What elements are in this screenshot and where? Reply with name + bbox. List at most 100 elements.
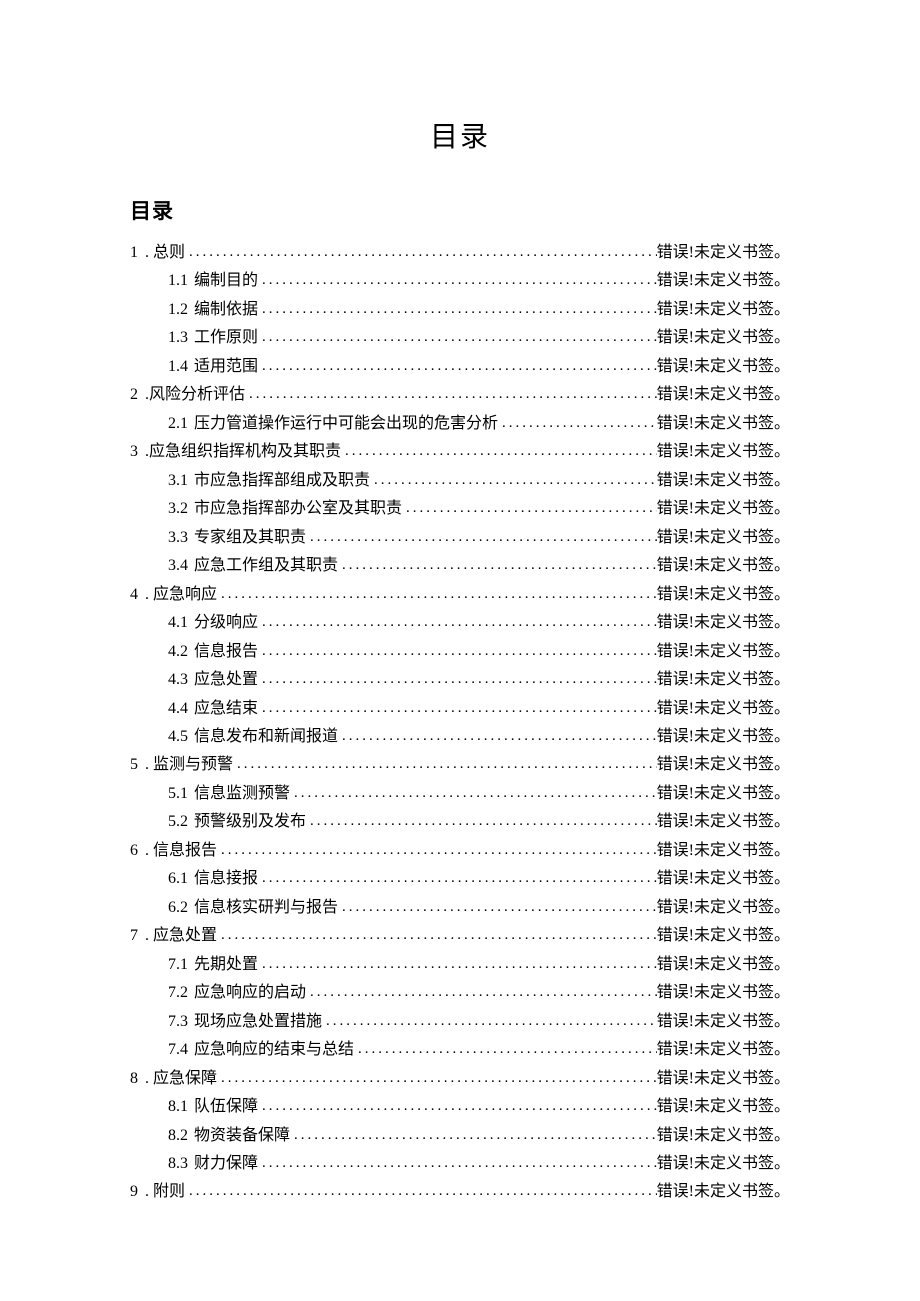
toc-entry: 8. 应急保障错误!未定义书签。 bbox=[130, 1065, 790, 1093]
toc-entry-label: 应急工作组及其职责 bbox=[194, 552, 338, 580]
toc-entry-pageref: 错误!未定义书签。 bbox=[657, 808, 790, 836]
toc-entry-pageref: 错误!未定义书签。 bbox=[657, 267, 790, 295]
toc-dot-leader bbox=[258, 353, 657, 380]
toc-entry-pageref: 错误!未定义书签。 bbox=[657, 1178, 790, 1206]
toc-entry-number: 4.3 bbox=[168, 666, 188, 694]
toc-entry-number: 4 bbox=[130, 581, 139, 609]
toc-entry: 8.3财力保障错误!未定义书签。 bbox=[130, 1150, 790, 1178]
toc-dot-leader bbox=[185, 239, 657, 266]
toc-entry-number: 1.1 bbox=[168, 267, 188, 295]
toc-dot-leader bbox=[258, 267, 657, 294]
toc-entry-number: 8.3 bbox=[168, 1150, 188, 1178]
toc-entry-pageref: 错误!未定义书签。 bbox=[657, 951, 790, 979]
toc-entry: 7. 应急处置错误!未定义书签。 bbox=[130, 922, 790, 950]
toc-entry-number: 7.1 bbox=[168, 951, 188, 979]
toc-dot-leader bbox=[185, 1178, 657, 1205]
toc-entry-label: 分级响应 bbox=[194, 609, 258, 637]
toc-entry-label: 预警级别及发布 bbox=[194, 808, 306, 836]
toc-entry-pageref: 错误!未定义书签。 bbox=[657, 239, 790, 267]
toc-entry-number: 6.1 bbox=[168, 865, 188, 893]
toc-dot-leader bbox=[402, 495, 657, 522]
toc-dot-leader bbox=[290, 1122, 657, 1149]
toc-entry-label: 财力保障 bbox=[194, 1150, 258, 1178]
toc-entry-label: 应急结束 bbox=[194, 695, 258, 723]
toc-entry-number: 6 bbox=[130, 837, 139, 865]
toc-entry-pageref: 错误!未定义书签。 bbox=[657, 695, 790, 723]
toc-entry-label: 应急响应的结束与总结 bbox=[194, 1036, 354, 1064]
page-title: 目录 bbox=[130, 115, 790, 155]
toc-entry: 4. 应急响应错误!未定义书签。 bbox=[130, 581, 790, 609]
toc-entry: 4.4 应急结束 错误!未定义书签。 bbox=[130, 695, 790, 723]
toc-entry-number: 8.1 bbox=[168, 1093, 188, 1121]
toc-dot-leader bbox=[306, 808, 657, 835]
toc-dot-leader bbox=[306, 524, 657, 551]
toc-entry-label: .风险分析评估 bbox=[145, 381, 245, 409]
toc-entry-pageref: 错误!未定义书签。 bbox=[657, 495, 790, 523]
toc-entry-label: 压力管道操作运行中可能会出现的危害分析 bbox=[194, 410, 498, 438]
toc-heading: 目录 bbox=[130, 195, 790, 225]
toc-entry-label: . 总则 bbox=[145, 239, 185, 267]
toc-entry-label: 应急响应的启动 bbox=[194, 979, 306, 1007]
toc-entry-label: 市应急指挥部办公室及其职责 bbox=[194, 495, 402, 523]
toc-entry: 6. 信息报告错误!未定义书签。 bbox=[130, 837, 790, 865]
toc-entry-pageref: 错误!未定义书签。 bbox=[657, 666, 790, 694]
toc-dot-leader bbox=[258, 296, 657, 323]
toc-entry: 2.风险分析评估 错误!未定义书签。 bbox=[130, 381, 790, 409]
toc-entry: 5.1信息监测预警错误!未定义书签。 bbox=[130, 780, 790, 808]
toc-entry-number: 1.2 bbox=[168, 296, 188, 324]
toc-dot-leader bbox=[290, 780, 657, 807]
toc-entry-pageref: 错误!未定义书签。 bbox=[657, 552, 790, 580]
toc-entry-pageref: 错误!未定义书签。 bbox=[657, 381, 790, 409]
toc-entry: 6.1信息接报错误!未定义书签。 bbox=[130, 865, 790, 893]
toc-entry-number: 2 bbox=[130, 381, 139, 409]
toc-entry: 3.4应急工作组及其职责错误!未定义书签。 bbox=[130, 552, 790, 580]
toc-entry-number: 4.4 bbox=[168, 695, 188, 723]
toc-entry-pageref: 错误!未定义书签。 bbox=[657, 524, 790, 552]
toc-dot-leader bbox=[370, 467, 657, 494]
toc-entry-number: 4.5 bbox=[168, 723, 188, 751]
toc-dot-leader bbox=[258, 324, 657, 351]
toc-entry-label: 市应急指挥部组成及职责 bbox=[194, 467, 370, 495]
toc-dot-leader bbox=[338, 552, 657, 579]
toc-dot-leader bbox=[217, 1065, 657, 1092]
toc-entry-pageref: 错误!未定义书签。 bbox=[657, 609, 790, 637]
toc-entry-pageref: 错误!未定义书签。 bbox=[657, 467, 790, 495]
toc-dot-leader bbox=[258, 1093, 657, 1120]
toc-entry: 2.1压力管道操作运行中可能会出现的危害分析错误!未定义书签。 bbox=[130, 410, 790, 438]
toc-entry-number: 5.2 bbox=[168, 808, 188, 836]
toc-entry: 3.应急组织指挥机构及其职责错误!未定义书签。 bbox=[130, 438, 790, 466]
toc-entry: 7.1 先期处置 错误!未定义书签。 bbox=[130, 951, 790, 979]
toc-entry: 3.3专家组及其职责错误!未定义书签。 bbox=[130, 524, 790, 552]
toc-entry-number: 1.3 bbox=[168, 324, 188, 352]
toc-entry-label: 先期处置 bbox=[194, 951, 258, 979]
toc-entry-label: . 应急处置 bbox=[145, 922, 217, 950]
toc-entry-pageref: 错误!未定义书签。 bbox=[657, 1036, 790, 1064]
toc-entry: 6.2信息核实研判与报告错误!未定义书签。 bbox=[130, 894, 790, 922]
toc-entry-number: 3.2 bbox=[168, 495, 188, 523]
toc-entry-label: . 监测与预警 bbox=[145, 751, 233, 779]
toc-entry: 5.2 预警级别及发布 错误!未定义书签。 bbox=[130, 808, 790, 836]
toc-entry: 1.3工作原则错误!未定义书签。 bbox=[130, 324, 790, 352]
toc-entry-number: 7.3 bbox=[168, 1008, 188, 1036]
toc-entry-pageref: 错误!未定义书签。 bbox=[657, 1008, 790, 1036]
toc-entry-label: 信息核实研判与报告 bbox=[194, 894, 338, 922]
toc-entry: 4.5信息发布和新闻报道错误!未定义书签。 bbox=[130, 723, 790, 751]
toc-entry: 7.4应急响应的结束与总结错误!未定义书签。 bbox=[130, 1036, 790, 1064]
toc-entry-pageref: 错误!未定义书签。 bbox=[657, 1093, 790, 1121]
toc-dot-leader bbox=[233, 751, 657, 778]
toc-entry-label: 队伍保障 bbox=[194, 1093, 258, 1121]
toc-entry: 1.2编制依据错误!未定义书签。 bbox=[130, 296, 790, 324]
toc-entry-number: 5 bbox=[130, 751, 139, 779]
toc-entry-number: 1 bbox=[130, 239, 139, 267]
toc-dot-leader bbox=[341, 438, 657, 465]
toc-dot-leader bbox=[306, 979, 657, 1006]
toc-entry-label: 编制依据 bbox=[194, 296, 258, 324]
toc-entry-label: 信息报告 bbox=[194, 638, 258, 666]
toc-entry-number: 9 bbox=[130, 1178, 139, 1206]
toc-entry-number: 7.2 bbox=[168, 979, 188, 1007]
toc-entry-number: 1.4 bbox=[168, 353, 188, 381]
toc-entry-label: . 应急保障 bbox=[145, 1065, 217, 1093]
toc-entry: 4.1分级响应错误!未定义书签。 bbox=[130, 609, 790, 637]
toc-entry-label: 信息监测预警 bbox=[194, 780, 290, 808]
toc-entry: 7.3现场应急处置措施错误!未定义书签。 bbox=[130, 1008, 790, 1036]
